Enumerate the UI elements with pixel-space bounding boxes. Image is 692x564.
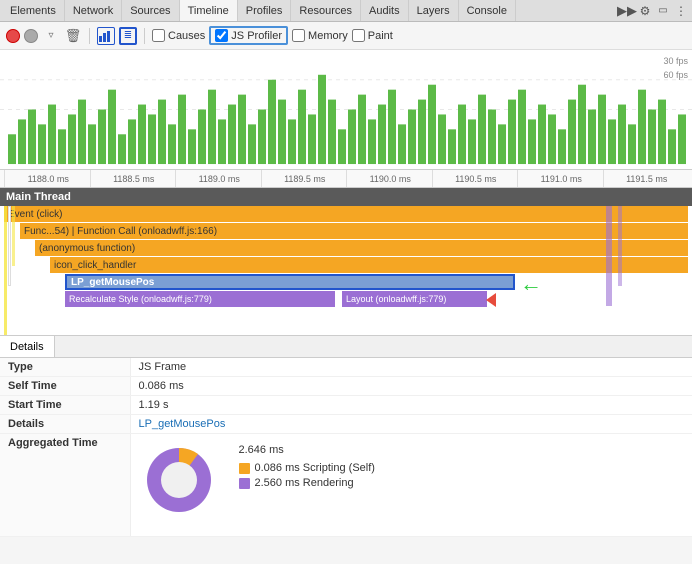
detail-value-aggregated: 2.646 ms 0.086 ms Scripting (Self) 2.560… — [130, 434, 692, 537]
legend-rendering-label: 2.560 ms Rendering — [255, 477, 354, 489]
tab-network[interactable]: Network — [65, 0, 122, 21]
time-tick-3: 1189.5 ms — [261, 170, 347, 187]
flame-row-3-label: icon_click_handler — [54, 260, 136, 271]
filter-icon[interactable]: ▿ — [42, 27, 60, 45]
main-thread-header: Main Thread — [0, 188, 692, 206]
detail-key-aggregated: Aggregated Time — [0, 434, 130, 537]
tab-console[interactable]: Console — [459, 0, 516, 21]
detail-row-aggregated: Aggregated Time — [0, 434, 692, 537]
tab-profiles[interactable]: Profiles — [238, 0, 292, 21]
legend-rendering: 2.560 ms Rendering — [239, 477, 375, 489]
details-panel: Details Type JS Frame Self Time 0.086 ms… — [0, 336, 692, 537]
detail-value-selftime: 0.086 ms — [130, 377, 692, 396]
time-tick-6: 1191.0 ms — [517, 170, 603, 187]
chart-total-label: 2.646 ms — [239, 444, 375, 456]
aggregated-chart: 2.646 ms 0.086 ms Scripting (Self) 2.560… — [131, 434, 692, 536]
detail-value-starttime: 1.19 s — [130, 396, 692, 415]
flame-row-4-label: LP_getMousePos — [71, 277, 154, 288]
fps-labels: 30 fps 60 fps — [663, 54, 688, 83]
js-profiler-checkbox-label[interactable]: JS Profiler — [215, 29, 282, 42]
separator-2 — [144, 28, 145, 44]
detail-value-details: LP_getMousePos — [130, 415, 692, 434]
js-profiler-box: JS Profiler — [209, 26, 288, 45]
tab-elements[interactable]: Elements — [2, 0, 65, 21]
timeline-area: 30 fps 60 fps — [0, 50, 692, 170]
tab-timeline[interactable]: Timeline — [180, 0, 238, 21]
nav-tabs: Elements Network Sources Timeline Profil… — [0, 0, 692, 22]
bar-chart-icon[interactable] — [97, 27, 115, 45]
detail-value-type: JS Frame — [130, 358, 692, 377]
stop-button[interactable] — [24, 29, 38, 43]
flame-chart[interactable]: Event (click) Func...54) | Function Call… — [0, 206, 692, 336]
screen-icon[interactable]: ▭ — [654, 2, 672, 20]
detail-key-details: Details — [0, 415, 130, 434]
time-tick-5: 1190.5 ms — [432, 170, 518, 187]
detail-key-selftime: Self Time — [0, 377, 130, 396]
record-button[interactable] — [6, 29, 20, 43]
detail-row-type: Type JS Frame — [0, 358, 692, 377]
time-tick-4: 1190.0 ms — [346, 170, 432, 187]
run-icon[interactable]: ▶▶ — [618, 2, 636, 20]
tab-resources[interactable]: Resources — [291, 0, 361, 21]
js-profiler-checkbox[interactable] — [215, 29, 228, 42]
paint-checkbox-label[interactable]: Paint — [352, 29, 393, 42]
memory-checkbox-label[interactable]: Memory — [292, 29, 348, 42]
details-tabs: Details — [0, 336, 692, 358]
settings-gear-icon[interactable]: ⚙ — [636, 2, 654, 20]
details-tab[interactable]: Details — [0, 336, 55, 357]
time-tick-7: 1191.5 ms — [603, 170, 689, 187]
causes-checkbox[interactable] — [152, 29, 165, 42]
details-table: Type JS Frame Self Time 0.086 ms Start T… — [0, 358, 692, 537]
paint-checkbox[interactable] — [352, 29, 365, 42]
legend-scripting-label: 0.086 ms Scripting (Self) — [255, 462, 375, 474]
pie-chart — [139, 440, 229, 530]
time-tick-1: 1188.5 ms — [90, 170, 176, 187]
detail-link-lp-getmousepos[interactable]: LP_getMousePos — [139, 418, 226, 430]
red-triangle-marker — [486, 293, 496, 307]
legend-rendering-dot — [239, 478, 250, 489]
flame-row-1-label: Func...54) | Function Call (onloadwff.js… — [24, 226, 217, 237]
more-icon[interactable]: ⋮ — [672, 2, 690, 20]
time-tick-0: 1188.0 ms — [4, 170, 90, 187]
tab-layers[interactable]: Layers — [409, 0, 459, 21]
flame-chart-icon[interactable]: ≣ — [119, 27, 137, 45]
detail-row-selftime: Self Time 0.086 ms — [0, 377, 692, 396]
green-arrow: ← — [520, 271, 542, 297]
flame-row-5-label: Recalculate Style (onloadwff.js:779) — [69, 294, 212, 304]
timeline-svg — [0, 50, 692, 169]
flame-row-6-label: Layout (onloadwff.js:779) — [346, 294, 446, 304]
detail-row-details: Details LP_getMousePos — [0, 415, 692, 434]
time-tick-2: 1189.0 ms — [175, 170, 261, 187]
legend-scripting-dot — [239, 463, 250, 474]
flame-row-2-label: (anonymous function) — [39, 243, 135, 254]
causes-checkbox-label[interactable]: Causes — [152, 29, 205, 42]
legend-scripting: 0.086 ms Scripting (Self) — [239, 462, 375, 474]
time-ruler: 1188.0 ms 1188.5 ms 1189.0 ms 1189.5 ms … — [0, 170, 692, 188]
tab-sources[interactable]: Sources — [122, 0, 179, 21]
memory-checkbox[interactable] — [292, 29, 305, 42]
record-toolbar: ▿ 🗑 ≣ Causes JS Profiler Memory Paint — [0, 22, 692, 50]
detail-key-starttime: Start Time — [0, 396, 130, 415]
separator-1 — [89, 28, 90, 44]
detail-key-type: Type — [0, 358, 130, 377]
tab-audits[interactable]: Audits — [361, 0, 409, 21]
trash-icon[interactable]: 🗑 — [64, 27, 82, 45]
detail-row-starttime: Start Time 1.19 s — [0, 396, 692, 415]
